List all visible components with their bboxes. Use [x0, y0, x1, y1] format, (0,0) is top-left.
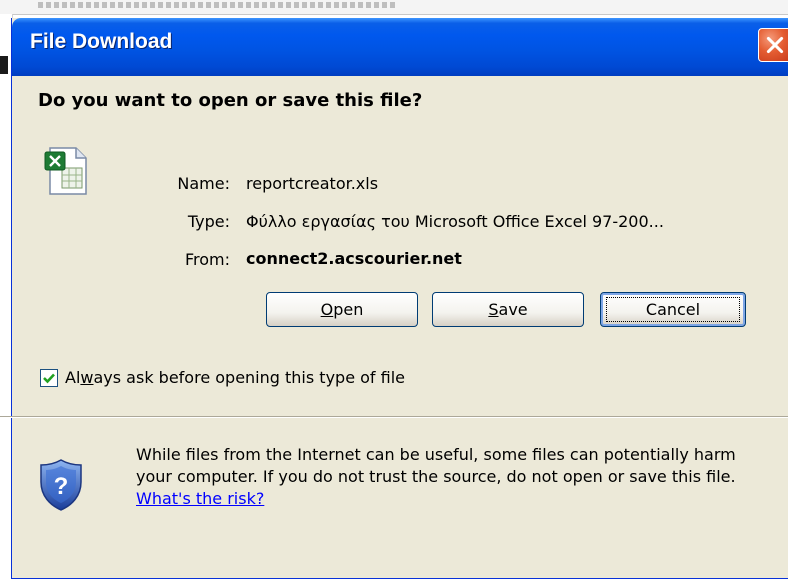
- title-bar[interactable]: File Download: [12, 18, 788, 76]
- save-label: ave: [498, 300, 528, 319]
- always-ask-label[interactable]: Always ask before opening this type of f…: [65, 368, 405, 387]
- background-marker: [0, 56, 8, 74]
- dialog-question: Do you want to open or save this file?: [38, 90, 423, 111]
- window-title: File Download: [30, 30, 173, 53]
- always-ask-label-a: Al: [65, 368, 81, 387]
- file-name-value: reportcreator.xls: [246, 174, 379, 193]
- warning-text: While files from the Internet can be use…: [136, 445, 736, 486]
- background-text: [38, 2, 398, 8]
- always-ask-mnemonic: w: [80, 368, 94, 387]
- checkmark-icon: [43, 373, 55, 384]
- open-button[interactable]: Open: [266, 292, 418, 327]
- shield-question-icon: ?: [40, 459, 82, 511]
- from-label: From:: [184, 250, 230, 269]
- always-ask-label-b: ays ask before opening this type of file: [93, 368, 405, 387]
- save-button[interactable]: Save: [432, 292, 584, 327]
- open-mnemonic: O: [320, 300, 334, 319]
- file-type-value: Φύλλο εργασίας του Microsoft Office Exce…: [246, 212, 664, 231]
- whats-the-risk-link[interactable]: What's the risk?: [136, 489, 264, 508]
- always-ask-checkbox[interactable]: [40, 369, 58, 387]
- file-source-value: connect2.acscourier.net: [246, 249, 462, 268]
- background-window-strip: [0, 0, 788, 15]
- close-icon: [766, 36, 784, 54]
- open-label: pen: [333, 300, 364, 319]
- name-label: Name:: [177, 174, 230, 193]
- cancel-label: Cancel: [645, 300, 701, 319]
- svg-text:?: ?: [54, 473, 69, 500]
- close-button[interactable]: [758, 28, 788, 62]
- save-mnemonic: S: [488, 300, 499, 319]
- section-divider-highlight: [0, 417, 788, 418]
- warning-message: While files from the Internet can be use…: [136, 444, 776, 510]
- excel-file-icon: [44, 147, 87, 195]
- type-label: Type:: [187, 212, 230, 231]
- cancel-button[interactable]: Cancel: [600, 292, 746, 327]
